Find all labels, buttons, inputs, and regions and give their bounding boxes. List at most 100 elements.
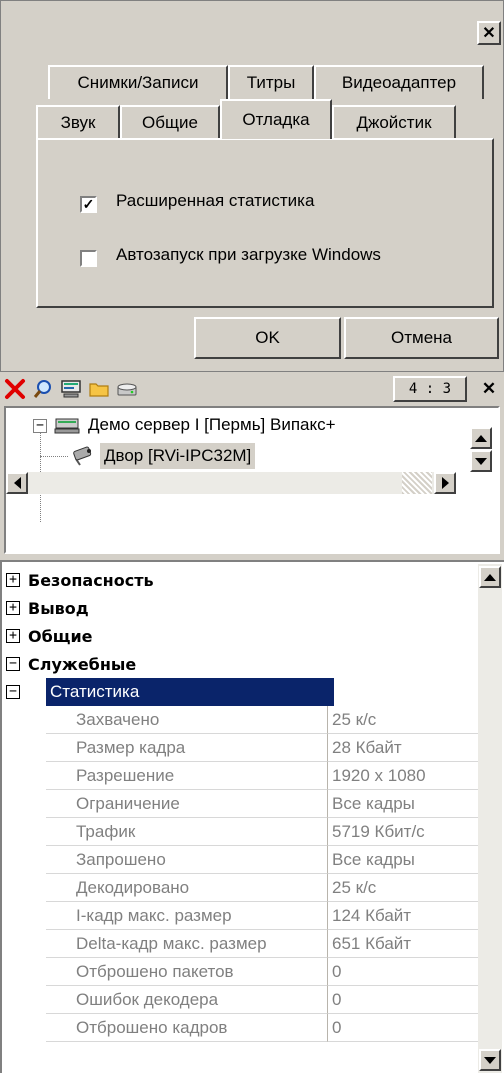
expander-sign: − — [36, 418, 44, 433]
collapse-icon[interactable]: − — [6, 657, 20, 671]
stat-value: 0 — [328, 958, 478, 986]
tree-line — [40, 456, 68, 457]
category-security[interactable]: + Безопасность — [2, 566, 478, 594]
expand-icon[interactable]: + — [6, 601, 20, 615]
tab-debug[interactable]: Отладка — [220, 99, 332, 139]
grid-scroll-up[interactable] — [479, 566, 501, 588]
stats-header-label: Статистика — [50, 682, 140, 701]
dialog-close-button[interactable]: ✕ — [477, 21, 501, 45]
tree-scroll-down[interactable] — [470, 450, 492, 472]
tab-label: Отладка — [242, 110, 310, 129]
stat-row[interactable]: Отброшено пакетов 0 — [2, 958, 478, 986]
autostart-checkbox[interactable] — [80, 250, 97, 267]
stat-name: Запрошено — [46, 846, 328, 874]
settings-dialog: ✕ Снимки/Записи Титры Видеоадаптер Звук … — [0, 0, 504, 372]
stat-name: Отброшено кадров — [46, 1014, 328, 1042]
stat-value: 25 к/с — [328, 874, 478, 902]
camera-item[interactable]: Двор [RVi-IPC32M] — [100, 443, 256, 469]
category-output[interactable]: + Вывод — [2, 594, 478, 622]
category-service[interactable]: − Служебные — [2, 650, 478, 678]
stats-header-label-cell: Статистика — [46, 678, 334, 706]
stat-value: 25 к/с — [328, 706, 478, 734]
extended-stats-label: Расширенная статистика — [116, 191, 315, 210]
tab-snapshots[interactable]: Снимки/Записи — [48, 65, 228, 99]
tab-label: Снимки/Записи — [77, 73, 199, 92]
stat-row[interactable]: Отброшено кадров 0 — [2, 1014, 478, 1042]
monitor-icon[interactable] — [58, 376, 84, 402]
stats-header-row[interactable]: − Статистика — [2, 678, 478, 706]
stat-row[interactable]: I-кадр макс. размер 124 Кбайт — [2, 902, 478, 930]
debug-tab-panel: ✓ Расширенная статистика Автозапуск при … — [36, 138, 494, 308]
category-label: Служебные — [28, 654, 137, 674]
close-icon: ✕ — [481, 379, 497, 398]
ok-button-label: OK — [255, 328, 280, 347]
aspect-ratio-button[interactable]: 4 : 3 — [393, 376, 467, 402]
grid-scroll-down[interactable] — [479, 1049, 501, 1071]
panel-close-button[interactable]: ✕ — [476, 376, 502, 402]
extended-stats-checkbox[interactable]: ✓ — [80, 196, 97, 213]
folder-icon[interactable] — [86, 376, 112, 402]
stat-name: Delta-кадр макс. размер — [46, 930, 328, 958]
stat-row[interactable]: Размер кадра 28 Кбайт — [2, 734, 478, 762]
disk-icon[interactable] — [114, 376, 140, 402]
stat-name: I-кадр макс. размер — [46, 902, 328, 930]
camera-toolbar: 4 : 3 ✕ — [0, 374, 504, 404]
tree-hscrollbar[interactable] — [6, 472, 456, 494]
stat-name: Отброшено пакетов — [46, 958, 328, 986]
tree-expander[interactable]: − — [33, 419, 47, 433]
camera-tree: − Демо сервер I [Пермь] Випакс+ Двор [RV… — [4, 406, 500, 554]
tab-captions[interactable]: Титры — [228, 65, 314, 99]
camera-label: Двор [RVi-IPC32M] — [104, 446, 252, 465]
tab-joystick[interactable]: Джойстик — [332, 105, 456, 139]
stat-name: Ограничение — [46, 790, 328, 818]
tree-scroll-up[interactable] — [470, 427, 492, 449]
stat-row[interactable]: Трафик 5719 Кбит/с — [2, 818, 478, 846]
tree-hscroll-thumb[interactable] — [402, 472, 432, 494]
stat-name: Разрешение — [46, 762, 328, 790]
category-label: Безопасность — [28, 570, 154, 590]
aspect-ratio-label: 4 : 3 — [408, 381, 452, 397]
stat-value: Все кадры — [328, 846, 478, 874]
stat-value: 5719 Кбит/с — [328, 818, 478, 846]
expand-icon[interactable]: + — [6, 629, 20, 643]
tab-label: Титры — [246, 73, 296, 92]
stat-value: 1920 x 1080 — [328, 762, 478, 790]
stat-row[interactable]: Ошибок декодера 0 — [2, 986, 478, 1014]
tree-scroll-right[interactable] — [434, 472, 456, 494]
server-icon — [54, 416, 80, 436]
tab-videoadapter[interactable]: Видеоадаптер — [314, 65, 484, 99]
cancel-button[interactable]: Отмена — [344, 317, 499, 359]
ok-button[interactable]: OK — [194, 317, 341, 359]
stat-row[interactable]: Разрешение 1920 x 1080 — [2, 762, 478, 790]
collapse-icon[interactable]: − — [6, 685, 20, 699]
stat-name: Захвачено — [46, 706, 328, 734]
delete-icon[interactable] — [2, 376, 28, 402]
stat-value: 124 Кбайт — [328, 902, 478, 930]
search-icon[interactable] — [30, 376, 56, 402]
stat-value: 0 — [328, 986, 478, 1014]
stat-row[interactable]: Запрошено Все кадры — [2, 846, 478, 874]
tab-label: Звук — [60, 113, 96, 132]
stat-name: Трафик — [46, 818, 328, 846]
cancel-button-label: Отмена — [391, 328, 452, 347]
category-general[interactable]: + Общие — [2, 622, 478, 650]
camera-icon — [70, 445, 96, 467]
tab-sound[interactable]: Звук — [36, 105, 120, 139]
server-label[interactable]: Демо сервер I [Пермь] Випакс+ — [88, 415, 336, 435]
stat-row[interactable]: Ограничение Все кадры — [2, 790, 478, 818]
stat-row[interactable]: Захвачено 25 к/с — [2, 706, 478, 734]
tab-label: Общие — [142, 113, 198, 132]
tree-scroll-left[interactable] — [6, 472, 28, 494]
tab-general[interactable]: Общие — [120, 105, 220, 139]
property-grid: + Безопасность + Вывод + Общие − Служебные −… — [0, 560, 504, 1073]
tab-label: Джойстик — [356, 113, 432, 132]
stat-value: Все кадры — [328, 790, 478, 818]
stat-row[interactable]: Декодировано 25 к/с — [2, 874, 478, 902]
expand-icon[interactable]: + — [6, 573, 20, 587]
grid-scrollbar[interactable] — [478, 564, 502, 1073]
autostart-label: Автозапуск при загрузке Windows — [116, 245, 381, 264]
tab-label: Видеоадаптер — [341, 73, 457, 92]
stat-name: Ошибок декодера — [46, 986, 328, 1014]
close-icon: ✕ — [482, 25, 496, 42]
stat-row[interactable]: Delta-кадр макс. размер 651 Кбайт — [2, 930, 478, 958]
